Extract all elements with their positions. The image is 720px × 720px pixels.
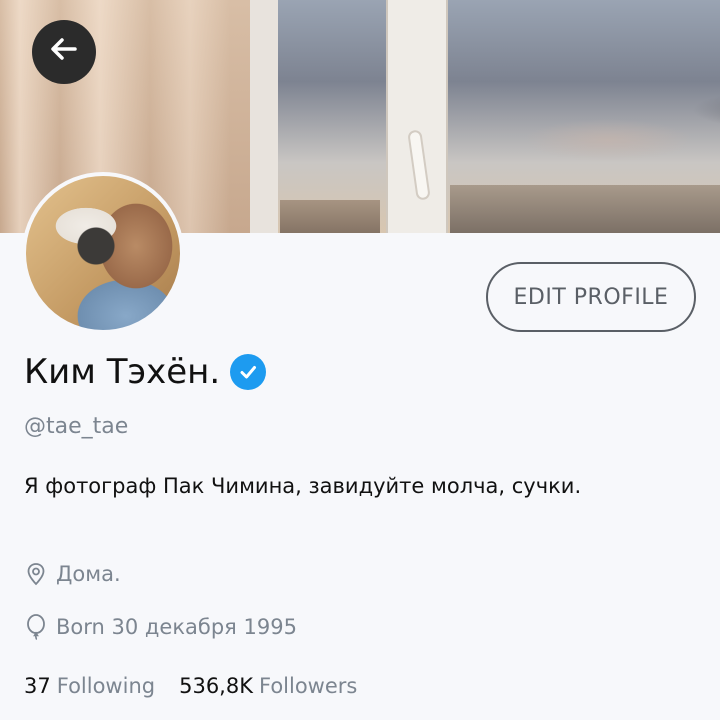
banner-window-frame <box>250 0 280 233</box>
profile-bio: Я фотограф Пак Чимина, завидуйте молча, … <box>24 474 582 498</box>
verified-badge-icon <box>230 354 267 390</box>
balloon-icon <box>24 614 48 640</box>
following-link[interactable]: 37 Following <box>24 674 155 698</box>
profile-birthdate: Born 30 декабря 1995 <box>24 614 297 640</box>
profile-name-row: Ким Тэхён. <box>24 352 267 392</box>
followers-link[interactable]: 536,8K Followers <box>179 674 357 698</box>
followers-label: Followers <box>258 674 358 698</box>
banner-window-mullion <box>386 0 448 233</box>
birthdate-text: Born 30 декабря 1995 <box>56 615 297 639</box>
back-button[interactable] <box>32 20 96 84</box>
avatar[interactable] <box>22 172 184 334</box>
profile-name: Ким Тэхён. <box>24 352 221 392</box>
following-count: 37 <box>24 674 51 698</box>
location-text: Дома. <box>56 562 121 586</box>
following-label: Following <box>56 674 156 698</box>
edit-profile-button[interactable]: EDIT PROFILE <box>486 262 696 332</box>
banner-rooftops-left <box>280 200 380 233</box>
banner-rooftops <box>450 185 720 233</box>
profile-handle: @tae_tae <box>24 414 129 439</box>
followers-count: 536,8K <box>179 674 253 698</box>
arrow-left-icon <box>47 32 81 72</box>
profile-stats: 37 Following 536,8K Followers <box>24 674 357 698</box>
profile-location: Дома. <box>24 562 121 586</box>
location-pin-icon <box>24 562 48 586</box>
